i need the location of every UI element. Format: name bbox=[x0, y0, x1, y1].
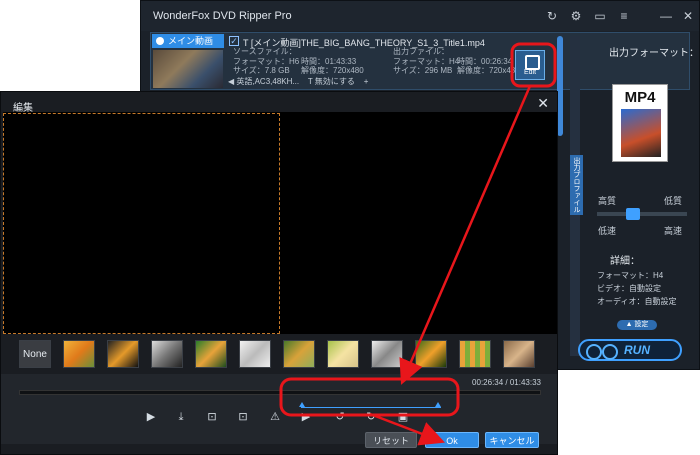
filter-flower-gray-icon[interactable] bbox=[151, 340, 183, 368]
warning-icon[interactable]: ⚠ bbox=[268, 410, 282, 424]
quality-high-label: 高質 bbox=[598, 196, 617, 206]
refresh-icon[interactable]: ↻ bbox=[545, 9, 559, 23]
minimize-icon[interactable]: — bbox=[659, 9, 673, 23]
gear-icon[interactable]: ⚙ bbox=[569, 9, 583, 23]
filter-flower-sepia-icon[interactable] bbox=[503, 340, 535, 368]
rotate-left-icon[interactable]: ↺ bbox=[333, 410, 347, 424]
menu-icon[interactable]: ≡ bbox=[617, 9, 631, 23]
filter-flower-warm-icon[interactable] bbox=[63, 340, 95, 368]
source-resolution: 解像度：720x480 bbox=[301, 66, 364, 75]
filter-strip: None bbox=[19, 340, 543, 370]
quality-slider-handle[interactable] bbox=[626, 208, 640, 220]
output-size: サイズ：296 MB bbox=[393, 66, 453, 75]
set-start-icon[interactable]: ⤓ bbox=[174, 410, 188, 424]
track-row: ◀ 英語,AC3,48KH... T 無効にする + bbox=[228, 76, 368, 89]
detail-video: ビデオ：自動設定 bbox=[597, 284, 661, 293]
video-thumbnail bbox=[153, 50, 223, 88]
format-name: MP4 bbox=[624, 89, 656, 106]
film-icon bbox=[621, 109, 661, 157]
speed-fast-label: 高速 bbox=[664, 226, 683, 236]
next-frame-icon[interactable]: ▶ bbox=[299, 410, 313, 424]
app-title: WonderFox DVD Ripper Pro bbox=[153, 10, 292, 22]
close-icon[interactable]: ✕ bbox=[537, 95, 549, 112]
trim-range[interactable] bbox=[301, 407, 441, 408]
trim-end-handle[interactable] bbox=[435, 402, 441, 407]
detail-audio: オーディオ：自動設定 bbox=[597, 297, 677, 306]
edit-window: 編集 ✕ None 00:26:34 / 01:43:33 bbox=[0, 91, 558, 455]
output-label: 出力ファイル： bbox=[393, 47, 449, 56]
audio-track-select[interactable]: ◀ 英語,AC3,48KH... bbox=[228, 77, 299, 86]
main-title-badge: メイン動画 bbox=[152, 34, 224, 48]
output-format-title: 出力フォーマット： bbox=[609, 48, 699, 59]
run-button[interactable]: RUN bbox=[578, 339, 682, 361]
time-display: 00:26:34 / 01:43:33 bbox=[472, 378, 541, 387]
filter-grid-mosaic-icon[interactable] bbox=[459, 340, 491, 368]
detail-format: フォーマット：H4 bbox=[597, 271, 664, 280]
filter-flower-bright-icon[interactable] bbox=[327, 340, 359, 368]
crop-area[interactable] bbox=[3, 113, 280, 334]
filter-none[interactable]: None bbox=[19, 340, 51, 368]
source-label: ソースファイル： bbox=[233, 47, 297, 56]
quality-low-label: 低質 bbox=[664, 196, 683, 206]
edit-button[interactable]: Edit bbox=[515, 50, 545, 80]
speed-slow-label: 低速 bbox=[598, 226, 617, 236]
filter-flower-dark-icon[interactable] bbox=[107, 340, 139, 368]
reset-button[interactable]: リセット bbox=[365, 432, 417, 448]
subtitle-select[interactable]: T 無効にする bbox=[308, 77, 355, 86]
quality-slider[interactable] bbox=[597, 212, 687, 216]
chat-icon[interactable]: ▭ bbox=[593, 9, 607, 23]
source-size: サイズ：7.8 GB bbox=[233, 66, 290, 75]
filter-flower-emboss-icon[interactable] bbox=[239, 340, 271, 368]
rotate-right-icon[interactable]: ↻ bbox=[364, 410, 378, 424]
close-icon[interactable]: ✕ bbox=[681, 9, 695, 23]
timeline-track[interactable] bbox=[19, 390, 541, 395]
snapshot-icon[interactable]: ▣ bbox=[396, 410, 410, 424]
settings-button[interactable]: ▲ 設定 bbox=[617, 320, 657, 330]
format-selector[interactable]: MP4 bbox=[612, 84, 668, 162]
mark-out-icon[interactable]: ⊡ bbox=[236, 410, 250, 424]
file-checkbox[interactable]: ✓ bbox=[229, 36, 239, 46]
output-resolution: 解像度：720x480 bbox=[457, 66, 520, 75]
filter-flower-green-icon[interactable] bbox=[195, 340, 227, 368]
filter-flower-blur-icon[interactable] bbox=[283, 340, 315, 368]
ripper-titlebar: WonderFox DVD Ripper Pro ↻ ⚙ ▭ ≡ — ✕ bbox=[141, 1, 699, 31]
ok-button[interactable]: Ok bbox=[425, 432, 479, 448]
detail-title: 詳細： bbox=[610, 256, 640, 267]
output-profile-tab[interactable]: 出力プロファイル bbox=[570, 155, 583, 215]
filter-flower-sketch-icon[interactable] bbox=[371, 340, 403, 368]
play-icon[interactable]: ▶ bbox=[144, 410, 158, 424]
cancel-button[interactable]: キャンセル bbox=[485, 432, 539, 448]
filter-flower-vivid-icon[interactable] bbox=[415, 340, 447, 368]
mark-in-icon[interactable]: ⊡ bbox=[205, 410, 219, 424]
trim-start-handle[interactable] bbox=[299, 402, 305, 407]
add-subtitle-icon[interactable]: + bbox=[364, 77, 369, 86]
